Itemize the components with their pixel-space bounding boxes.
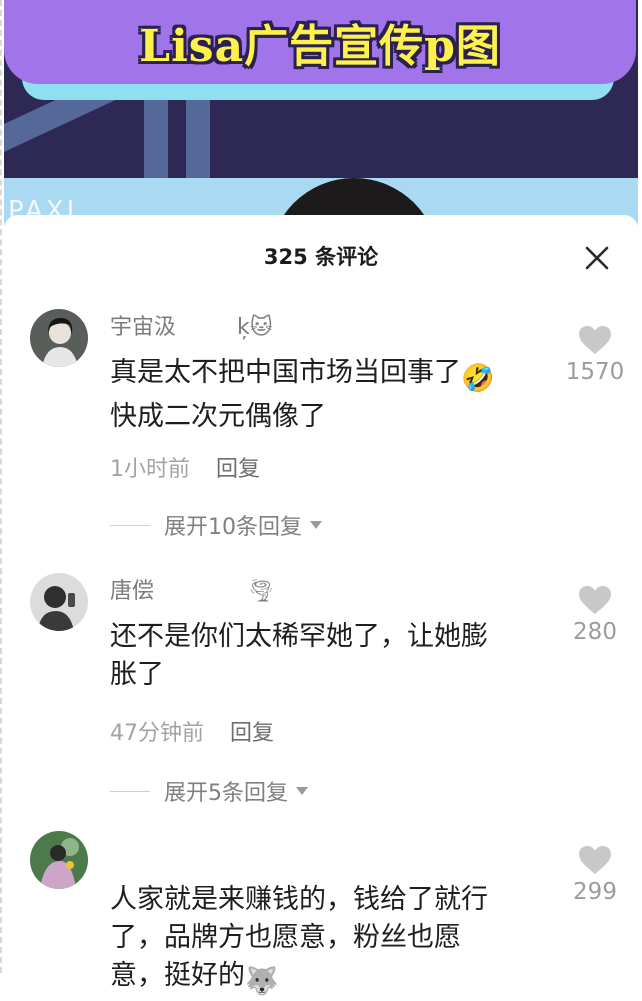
title-band: Lisa广告宣传p图 xyxy=(4,0,636,84)
blur-mask xyxy=(164,567,244,613)
caret-down-icon xyxy=(310,521,322,529)
banner-stripe xyxy=(186,90,210,180)
expand-replies-label: 展开5条回复 xyxy=(164,781,288,806)
heart-icon xyxy=(579,586,611,614)
comment-username[interactable]: 宇宙汲 ķ🐱 xyxy=(110,309,273,341)
avatar[interactable] xyxy=(30,831,88,889)
banner-title: Lisa广告宣传p图 xyxy=(139,21,501,72)
banner-stripe xyxy=(144,90,168,180)
like-count: 299 xyxy=(573,879,617,905)
user-badge: 🌪 xyxy=(247,579,275,604)
caret-down-icon xyxy=(296,787,308,795)
divider xyxy=(110,790,150,792)
comment-text: 人家就是来赚钱的，钱给了就行 了，品牌方也愿意，粉丝也愿 意，挺好的🐺 xyxy=(110,881,555,1001)
comments-panel: 325 条评论 宇宙汲 ķ🐱 真是太不把中国市场当回事了🤣 快成二次元偶像了 1… xyxy=(4,215,638,997)
like-count: 280 xyxy=(573,619,617,645)
expand-replies-label: 展开10条回复 xyxy=(164,515,302,540)
reply-button[interactable]: 回复 xyxy=(230,721,274,746)
comment-text: 真是太不把中国市场当回事了🤣 快成二次元偶像了 xyxy=(110,357,495,432)
comment-time: 47分钟前 xyxy=(110,721,204,746)
blur-mask xyxy=(104,835,174,865)
like-button[interactable]: 299 xyxy=(560,845,630,905)
close-button[interactable] xyxy=(582,243,612,273)
like-count: 1570 xyxy=(565,359,625,385)
panel-header: 325 条评论 xyxy=(4,215,638,297)
user-badge: ķ🐱 xyxy=(237,315,273,340)
laughing-emoji-icon: 🤣 xyxy=(461,363,495,394)
comment-time: 1小时前 xyxy=(110,457,190,482)
expand-replies-button[interactable]: 展开10条回复 xyxy=(110,509,322,541)
comment-text: 还不是你们太稀罕她了，让她膨 胀了 xyxy=(110,621,488,690)
comment-meta: 47分钟前 回复 xyxy=(110,715,274,747)
like-button[interactable]: 1570 xyxy=(560,325,630,385)
wolf-emoji-icon: 🐺 xyxy=(245,966,279,997)
expand-replies-button[interactable]: 展开5条回复 xyxy=(110,775,308,807)
avatar[interactable] xyxy=(30,309,88,367)
heart-icon xyxy=(579,326,611,354)
avatar[interactable] xyxy=(30,573,88,631)
divider xyxy=(110,524,150,526)
reply-button[interactable]: 回复 xyxy=(216,457,260,482)
comment-meta: 1小时前 回复 xyxy=(110,451,260,483)
comments-count-title: 325 条评论 xyxy=(263,245,379,269)
close-icon xyxy=(585,246,609,270)
like-button[interactable]: 280 xyxy=(560,585,630,645)
heart-icon xyxy=(579,846,611,874)
